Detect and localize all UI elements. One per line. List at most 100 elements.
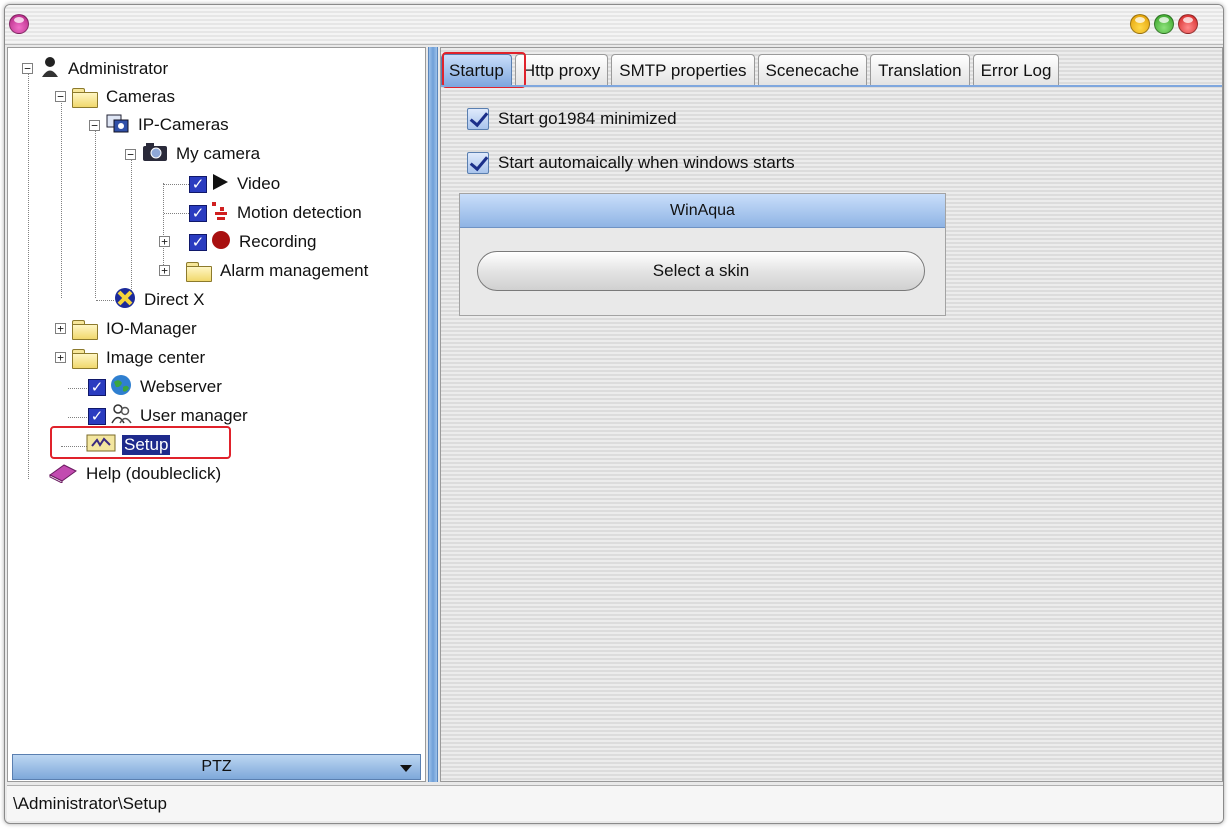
tree-guide (163, 183, 164, 273)
tree-label: Webserver (140, 377, 222, 396)
tree-guide (28, 68, 29, 479)
tab-translation[interactable]: Translation (870, 54, 970, 86)
tree-label: Recording (239, 232, 317, 251)
user-icon (40, 56, 60, 83)
help-book-icon (48, 461, 78, 488)
expand-toggle[interactable]: + (159, 236, 170, 247)
tree-label: User manager (140, 406, 248, 425)
ptz-dropdown[interactable]: PTZ (12, 754, 421, 780)
folder-icon (186, 261, 212, 282)
collapse-toggle[interactable]: − (22, 63, 33, 74)
tree-node-alarm-management[interactable]: Alarm management (186, 258, 370, 284)
settings-panel: Startup Http proxy SMTP properties Scene… (440, 47, 1223, 782)
record-icon (211, 230, 231, 255)
navigation-tree: − Administrator − Cameras − IP-Cameras − (7, 47, 426, 782)
tree-node-cameras[interactable]: Cameras (72, 84, 177, 110)
tree-node-io-manager[interactable]: IO-Manager (72, 316, 199, 342)
play-icon (211, 173, 229, 196)
enabled-checkbox[interactable]: ✓ (189, 204, 207, 222)
open-folder-icon (72, 87, 98, 108)
tree-node-motion-detection[interactable]: ✓ Motion detection (189, 200, 364, 226)
start-minimized-checkbox[interactable] (467, 108, 489, 130)
tree-label: IP-Cameras (138, 115, 229, 134)
select-skin-button[interactable]: Select a skin (477, 251, 925, 291)
collapse-toggle[interactable]: − (125, 149, 136, 160)
tree-node-video[interactable]: ✓ Video (189, 171, 282, 197)
camera-icon (142, 142, 168, 167)
panel-splitter[interactable] (428, 47, 438, 782)
skin-name: WinAqua (670, 201, 735, 219)
current-path: \Administrator\Setup (13, 793, 168, 813)
network-camera-icon (106, 112, 130, 139)
window-menu-button[interactable] (9, 14, 29, 34)
collapse-toggle[interactable]: − (89, 120, 100, 131)
autostart-checkbox[interactable] (467, 152, 489, 174)
enabled-checkbox[interactable]: ✓ (189, 233, 207, 251)
chevron-down-icon (400, 765, 412, 772)
tree-node-direct-x[interactable]: Direct X (114, 287, 206, 313)
folder-icon (72, 348, 98, 369)
expand-toggle[interactable]: + (159, 265, 170, 276)
enabled-checkbox[interactable]: ✓ (189, 175, 207, 193)
tree-label: Help (doubleclick) (86, 464, 222, 483)
expand-toggle[interactable]: + (55, 352, 66, 363)
start-minimized-label: Start go1984 minimized (498, 109, 677, 128)
tab-label: Error Log (980, 60, 1052, 80)
tree-guide (131, 154, 132, 299)
expand-toggle[interactable]: + (55, 323, 66, 334)
tab-scenecache[interactable]: Scenecache (757, 54, 868, 86)
close-button[interactable] (1178, 14, 1198, 34)
tree-label: Alarm management (220, 261, 369, 280)
tree-label: Video (237, 174, 281, 193)
skin-name-header: WinAqua (460, 194, 945, 228)
selection-highlight (50, 426, 231, 459)
tree-node-my-camera[interactable]: My camera (142, 141, 262, 167)
app-window: − Administrator − Cameras − IP-Cameras − (4, 4, 1224, 824)
start-minimized-option[interactable]: Start go1984 minimized (467, 108, 677, 130)
tree-label: Direct X (144, 290, 205, 309)
tree-guide (61, 96, 62, 298)
tree-node-webserver[interactable]: ✓ Webserver (88, 374, 224, 400)
select-skin-label: Select a skin (652, 261, 750, 280)
tab-bar: Startup Http proxy SMTP properties Scene… (441, 54, 1062, 86)
tree-label: IO-Manager (106, 319, 197, 338)
maximize-button[interactable] (1154, 14, 1174, 34)
tab-label: Startup (449, 60, 504, 80)
motion-icon (211, 201, 229, 226)
title-bar[interactable] (5, 5, 1223, 45)
tree-label: Image center (106, 348, 206, 367)
tab-divider (441, 85, 1222, 87)
enabled-checkbox[interactable]: ✓ (88, 407, 106, 425)
tree-node-administrator[interactable]: Administrator (40, 56, 170, 82)
tab-label: SMTP properties (619, 60, 747, 80)
autostart-label: Start automaically when windows starts (498, 153, 795, 172)
ptz-dropdown-label: PTZ (201, 758, 232, 775)
tree-label: Cameras (106, 87, 175, 106)
tree-guide (164, 184, 189, 185)
tree-node-help[interactable]: Help (doubleclick) (48, 461, 223, 487)
tree-guide (95, 126, 96, 298)
tree-node-ip-cameras[interactable]: IP-Cameras (106, 112, 231, 138)
globe-icon (110, 374, 132, 401)
tab-http-proxy[interactable]: Http proxy (514, 54, 609, 86)
tree-label: Administrator (68, 59, 169, 78)
folder-icon (72, 319, 98, 340)
tab-smtp-properties[interactable]: SMTP properties (611, 54, 755, 86)
tab-startup[interactable]: Startup (441, 54, 512, 86)
status-bar: \Administrator\Setup (7, 785, 1223, 821)
collapse-toggle[interactable]: − (55, 91, 66, 102)
tree-guide (96, 300, 114, 301)
skin-panel: WinAqua Select a skin (459, 193, 946, 316)
tab-label: Scenecache (765, 60, 860, 80)
tab-label: Http proxy (522, 60, 601, 80)
autostart-option[interactable]: Start automaically when windows starts (467, 152, 795, 174)
enabled-checkbox[interactable]: ✓ (88, 378, 106, 396)
tree-node-recording[interactable]: ✓ Recording (189, 229, 319, 255)
tree-guide (164, 213, 189, 214)
tree-node-image-center[interactable]: Image center (72, 345, 207, 371)
tree-label: Motion detection (237, 203, 362, 222)
minimize-button[interactable] (1130, 14, 1150, 34)
tab-error-log[interactable]: Error Log (972, 54, 1060, 86)
directx-icon (114, 287, 136, 314)
tree-label: My camera (176, 144, 261, 163)
